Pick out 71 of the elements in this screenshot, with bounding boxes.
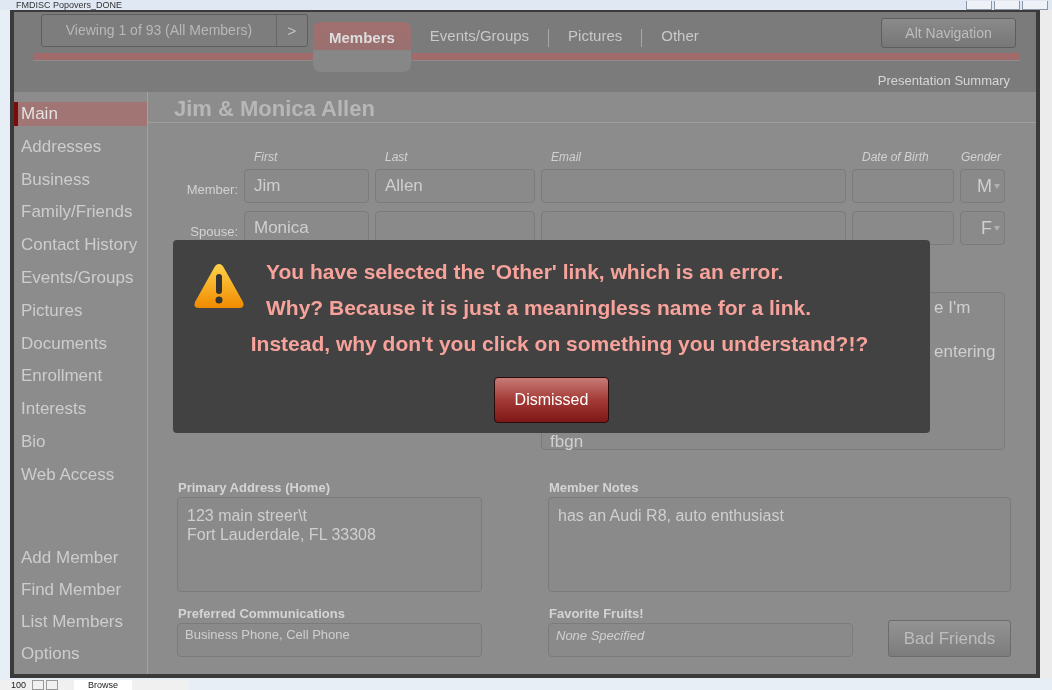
sidebar-item[interactable]: Events/Groups — [14, 266, 147, 299]
close-button[interactable] — [1022, 0, 1048, 10]
maximize-button[interactable] — [994, 0, 1020, 10]
field-label: Preferred Communications — [178, 606, 346, 623]
sidebar-action[interactable]: List Members — [14, 610, 147, 642]
column-heading: First — [253, 149, 279, 165]
sidebar-action[interactable]: Options — [14, 642, 147, 674]
field-value: Jim — [254, 176, 281, 195]
sidebar-item[interactable]: Pictures — [14, 298, 147, 332]
sidebar-action[interactable]: Find Member — [14, 578, 147, 610]
nav-tab[interactable]: Pictures — [549, 14, 642, 47]
gender-dropdown[interactable]: M — [960, 169, 1005, 203]
record-count: Viewing 1 of 93 (All Members) — [64, 21, 254, 40]
notes-field[interactable]: has an Audi R8, auto enthusiast — [548, 497, 1011, 592]
column-heading: Gender — [960, 149, 1003, 165]
bad-friends-button[interactable]: Bad Friends — [888, 620, 1011, 657]
caret-icon — [994, 225, 1000, 231]
bio-text: entering — [934, 342, 997, 363]
communications-field[interactable]: Business Phone, Cell Phone — [177, 623, 482, 657]
dismiss-button[interactable]: Dismissed — [494, 377, 609, 423]
address-line: 123 main streer\t — [187, 506, 309, 525]
sidebar-item[interactable]: Web Access — [14, 462, 147, 496]
gender-dropdown[interactable]: F — [960, 211, 1005, 245]
dialog-message: Instead, why don't you click on something you understand?!? — [249, 331, 870, 357]
sidebar-item[interactable]: Bio — [14, 429, 147, 463]
bio-text: fbgn — [550, 434, 585, 450]
scrollbar[interactable] — [1040, 10, 1052, 678]
sidebar-item[interactable]: Business — [14, 167, 147, 201]
window-title: FMDISC Popovers_DONE — [15, 0, 123, 10]
sidebar-item[interactable]: Contact History — [14, 233, 147, 266]
sidebar-item[interactable]: Interests — [14, 397, 147, 430]
zoom-level: 100 — [10, 680, 28, 690]
address-field[interactable]: 123 main streer\t Fort Lauderdale, FL 33308 — [177, 497, 482, 592]
warning-icon — [193, 262, 245, 310]
caret-icon — [994, 183, 1000, 189]
text-field[interactable]: Allen — [375, 169, 535, 203]
zoom-in-button[interactable] — [46, 680, 59, 690]
field-value: Allen — [385, 176, 423, 195]
nav-tab[interactable]: Members — [313, 22, 411, 72]
fruits-field[interactable]: None Specified — [548, 623, 853, 657]
address-line: Fort Lauderdale, FL 33308 — [187, 525, 377, 544]
alt-navigation-button[interactable]: Alt Navigation — [881, 18, 1017, 48]
bio-text: e I'm — [934, 298, 972, 319]
dialog-message: You have selected the 'Other' link, which is an error. — [266, 259, 785, 285]
nav-tab[interactable]: Events/Groups — [410, 14, 549, 47]
field-value: Monica — [254, 218, 309, 237]
column-heading: Last — [384, 149, 409, 165]
minimize-button[interactable] — [966, 0, 992, 10]
row-label: Member: — [185, 180, 238, 197]
sidebar-action[interactable]: Add Member — [14, 546, 147, 578]
text-field[interactable]: Jim — [244, 169, 369, 203]
sidebar-item[interactable]: Main — [14, 102, 147, 126]
column-heading: Date of Birth — [861, 149, 930, 165]
column-heading: Email — [550, 149, 582, 165]
field-label: Favorite Fruits! — [549, 606, 645, 623]
zoom-out-button[interactable] — [32, 680, 45, 690]
sidebar-item[interactable]: Documents — [14, 331, 147, 365]
field-label: Primary Address (Home) — [178, 480, 331, 497]
text-field[interactable] — [852, 211, 954, 245]
nav-tab[interactable]: Other — [642, 14, 718, 47]
dialog-message: Why? Because it is just a meaningless name for a link. — [266, 295, 811, 321]
field-label: Member Notes — [549, 480, 640, 497]
next-record-button[interactable]: > — [276, 15, 307, 46]
sidebar-item[interactable]: Enrollment — [14, 364, 147, 398]
notes-text: has an Audi R8, auto enthusiast — [558, 507, 784, 524]
mode-tab[interactable]: Browse — [74, 680, 133, 690]
communications-text: Business Phone, Cell Phone — [185, 627, 350, 642]
row-label: Spouse: — [189, 222, 238, 239]
presentation-summary-link[interactable]: Presentation Summary — [877, 73, 1011, 88]
sidebar-item[interactable]: Addresses — [14, 134, 147, 168]
sidebar-item[interactable]: Family/Friends — [14, 200, 147, 234]
